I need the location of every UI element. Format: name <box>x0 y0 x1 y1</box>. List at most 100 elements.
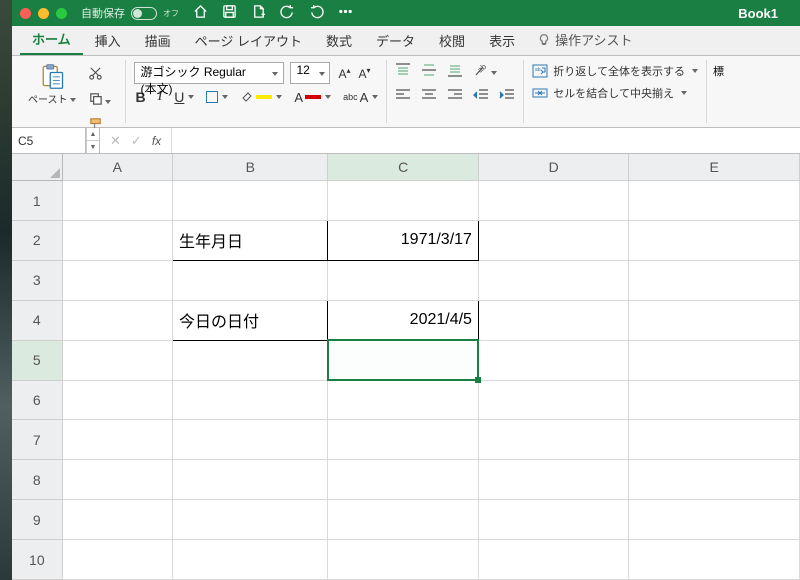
cell-A3[interactable] <box>62 260 172 300</box>
cell-E8[interactable] <box>629 460 800 500</box>
row-8-header[interactable]: 8 <box>12 460 62 500</box>
font-color-button[interactable]: A <box>294 90 331 105</box>
cell-E6[interactable] <box>629 380 800 420</box>
redo-icon[interactable] <box>309 4 324 22</box>
cell-D3[interactable] <box>478 260 628 300</box>
cell-E7[interactable] <box>629 420 800 460</box>
cell-B8[interactable] <box>173 460 328 500</box>
cell-E9[interactable] <box>629 500 800 540</box>
undo-icon[interactable] <box>280 4 295 22</box>
cell-A7[interactable] <box>62 420 172 460</box>
home-icon[interactable] <box>193 4 208 22</box>
cell-E5[interactable] <box>629 340 800 380</box>
cell-C5[interactable] <box>328 340 478 380</box>
cell-B2[interactable]: 生年月日 <box>173 220 328 260</box>
align-top-button[interactable] <box>395 63 411 82</box>
col-C-header[interactable]: C <box>328 154 478 181</box>
cell-E1[interactable] <box>629 181 800 221</box>
more-icon[interactable] <box>338 4 353 22</box>
cell-C4[interactable]: 2021/4/5 <box>328 300 478 340</box>
autosave-toggle[interactable]: 自動保存 オフ <box>81 5 179 21</box>
cell-C10[interactable] <box>328 540 478 580</box>
row-2-header[interactable]: 2 <box>12 220 62 260</box>
cell-D1[interactable] <box>478 181 628 221</box>
decrease-font-button[interactable]: A▾ <box>356 64 374 83</box>
cell-D4[interactable] <box>478 300 628 340</box>
cell-A2[interactable] <box>62 220 172 260</box>
cut-button[interactable] <box>88 66 111 86</box>
cell-B7[interactable] <box>173 420 328 460</box>
cell-B6[interactable] <box>173 380 328 420</box>
row-10-header[interactable]: 10 <box>12 540 62 580</box>
cell-E3[interactable] <box>629 260 800 300</box>
name-box-stepper[interactable]: ▲▼ <box>86 128 100 153</box>
cell-B9[interactable] <box>173 500 328 540</box>
underline-button[interactable]: U <box>174 89 194 105</box>
cell-C1[interactable] <box>328 181 478 221</box>
cell-E4[interactable] <box>629 300 800 340</box>
tab-draw[interactable]: 描画 <box>133 25 183 55</box>
cancel-formula-button[interactable]: ✕ <box>110 133 121 149</box>
col-D-header[interactable]: D <box>478 154 628 181</box>
cell-D2[interactable] <box>478 220 628 260</box>
cell-A6[interactable] <box>62 380 172 420</box>
increase-indent-button[interactable] <box>499 88 515 107</box>
borders-button[interactable] <box>206 91 228 103</box>
row-4-header[interactable]: 4 <box>12 300 62 340</box>
wrap-text-button[interactable]: ab 折り返して全体を表示する <box>532 63 698 79</box>
new-icon[interactable] <box>251 4 266 22</box>
select-all-corner[interactable] <box>12 154 62 181</box>
cell-E10[interactable] <box>629 540 800 580</box>
name-box[interactable]: C5 <box>12 128 86 153</box>
enter-formula-button[interactable]: ✓ <box>131 133 142 149</box>
align-right-button[interactable] <box>447 88 463 107</box>
cell-A8[interactable] <box>62 460 172 500</box>
paste-button[interactable]: ペースト <box>24 62 80 106</box>
row-3-header[interactable]: 3 <box>12 260 62 300</box>
tab-review[interactable]: 校閲 <box>427 25 477 55</box>
col-A-header[interactable]: A <box>62 154 172 181</box>
insert-function-button[interactable]: fx <box>152 134 161 148</box>
cell-D7[interactable] <box>478 420 628 460</box>
tell-me-search[interactable]: 操作アシスト <box>527 24 642 55</box>
cell-D9[interactable] <box>478 500 628 540</box>
col-B-header[interactable]: B <box>173 154 328 181</box>
cell-C3[interactable] <box>328 260 478 300</box>
cell-A9[interactable] <box>62 500 172 540</box>
cell-A10[interactable] <box>62 540 172 580</box>
zoom-window-button[interactable] <box>56 8 67 19</box>
cell-C6[interactable] <box>328 380 478 420</box>
tab-data[interactable]: データ <box>364 25 427 55</box>
cell-C2[interactable]: 1971/3/17 <box>328 220 478 260</box>
tab-page-layout[interactable]: ページ レイアウト <box>183 25 314 55</box>
col-E-header[interactable]: E <box>629 154 800 181</box>
formula-bar[interactable] <box>172 128 800 153</box>
cell-B5[interactable] <box>173 340 328 380</box>
cell-C9[interactable] <box>328 500 478 540</box>
row-9-header[interactable]: 9 <box>12 500 62 540</box>
font-size-select[interactable]: 12 <box>290 62 330 84</box>
row-7-header[interactable]: 7 <box>12 420 62 460</box>
cell-D5[interactable] <box>478 340 628 380</box>
row-5-header[interactable]: 5 <box>12 340 62 380</box>
cell-B3[interactable] <box>173 260 328 300</box>
row-6-header[interactable]: 6 <box>12 380 62 420</box>
tab-home[interactable]: ホーム <box>20 23 83 55</box>
align-bottom-button[interactable] <box>447 63 463 82</box>
copy-button[interactable] <box>88 91 111 111</box>
tab-insert[interactable]: 挿入 <box>83 25 133 55</box>
cell-C7[interactable] <box>328 420 478 460</box>
cell-C8[interactable] <box>328 460 478 500</box>
orientation-button[interactable]: ab <box>473 63 497 82</box>
phonetic-guide-button[interactable]: abcA <box>343 90 378 105</box>
row-1-header[interactable]: 1 <box>12 181 62 221</box>
cell-D8[interactable] <box>478 460 628 500</box>
cell-B10[interactable] <box>173 540 328 580</box>
number-format-label-edge[interactable]: 標 <box>713 63 724 79</box>
fill-color-button[interactable] <box>240 90 282 104</box>
cell-E2[interactable] <box>629 220 800 260</box>
cell-D6[interactable] <box>478 380 628 420</box>
minimize-window-button[interactable] <box>38 8 49 19</box>
close-window-button[interactable] <box>20 8 31 19</box>
increase-font-button[interactable]: A▴ <box>336 64 354 83</box>
